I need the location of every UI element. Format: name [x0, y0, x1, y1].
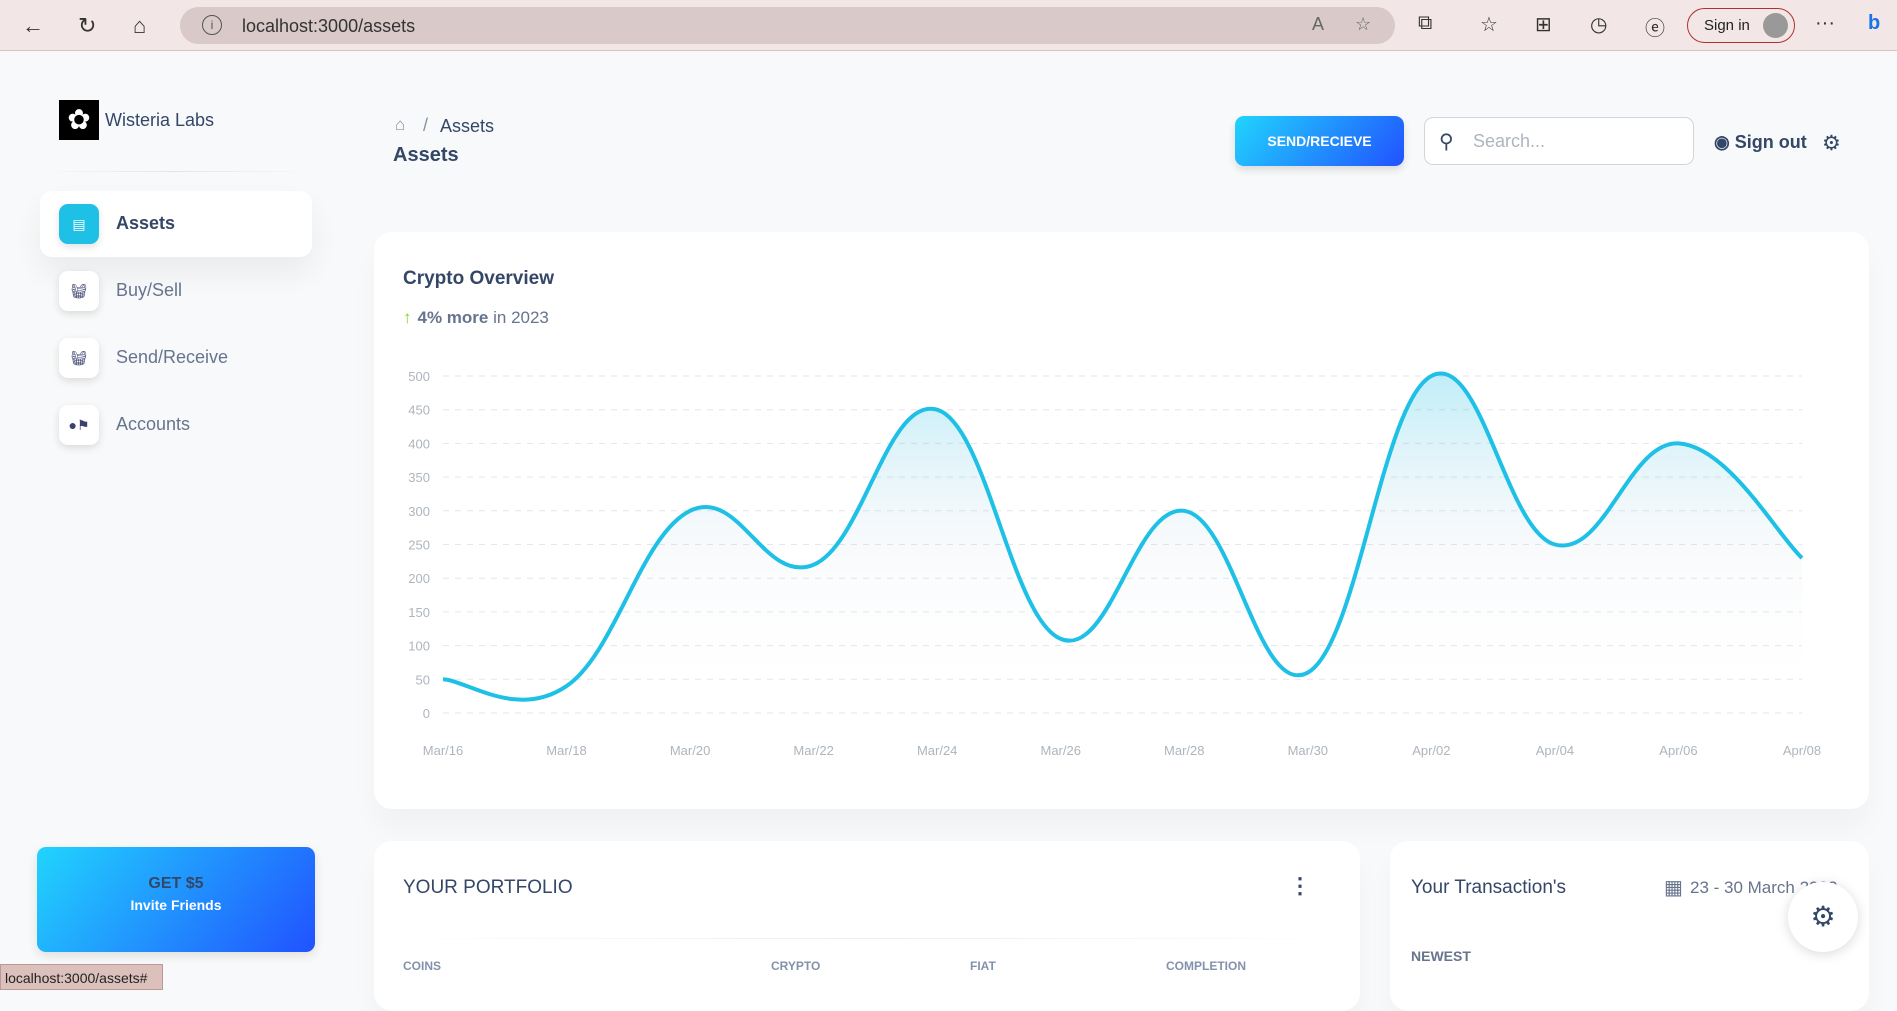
calendar-icon: ▦ — [1664, 875, 1683, 900]
column-header-crypto[interactable]: CRYPTO — [771, 959, 820, 973]
sidebar-item-assets[interactable]: ▤ Assets — [40, 191, 312, 257]
breadcrumb-current: Assets — [440, 116, 494, 137]
divider — [374, 938, 1360, 939]
send-receive-button[interactable]: SEND/RECIEVE — [1235, 116, 1404, 166]
column-header-coins[interactable]: COINS — [403, 959, 441, 973]
y-tick-label: 250 — [408, 538, 430, 553]
shop-icon: ▤ — [59, 204, 99, 244]
y-tick-label: 350 — [408, 470, 430, 485]
portfolio-title: YOUR PORTFOLIO — [403, 877, 573, 899]
y-tick-label: 500 — [408, 369, 430, 384]
x-tick-label: Mar/18 — [546, 743, 586, 758]
info-icon[interactable]: i — [202, 15, 222, 35]
series-area — [443, 374, 1802, 713]
back-icon[interactable]: ← — [22, 13, 44, 39]
chart-title: Crypto Overview — [403, 268, 554, 290]
user-flag-icon: ●⚑ — [59, 405, 99, 445]
y-tick-label: 200 — [408, 571, 430, 586]
search-input[interactable] — [1473, 128, 1683, 154]
invite-subtitle: Invite Friends — [37, 897, 315, 913]
settings-gear-icon[interactable]: ⚙ — [1822, 131, 1841, 156]
configurator-gear-button[interactable]: ⚙ — [1788, 882, 1858, 952]
sidebar-item-send-receive[interactable]: 🧺︎ Send/Receive — [40, 325, 312, 391]
sign-in-label: Sign in — [1704, 17, 1750, 34]
x-tick-label: Mar/16 — [423, 743, 463, 758]
crypto-overview-chart: 500450400350300250200150100500Mar/16Mar/… — [374, 232, 1869, 809]
bing-icon[interactable]: b — [1868, 12, 1880, 35]
x-tick-label: Mar/26 — [1040, 743, 1080, 758]
home-icon[interactable]: ⌂ — [133, 13, 146, 39]
y-tick-label: 50 — [416, 672, 430, 687]
sidebar-divider — [40, 171, 312, 172]
transactions-title: Your Transaction's — [1411, 877, 1566, 899]
portfolio-card: YOUR PORTFOLIO ⋮ COINS CRYPTO FIAT COMPL… — [374, 841, 1360, 1011]
breadcrumb-home-icon[interactable]: ⌂ — [395, 115, 405, 135]
profile-avatar-icon — [1763, 13, 1788, 38]
history-icon[interactable]: ◷ — [1590, 12, 1607, 37]
sidebar-item-buy-sell[interactable]: 🧺︎ Buy/Sell — [40, 258, 312, 324]
address-bar[interactable]: i localhost:3000/assets A ☆ — [180, 7, 1395, 44]
breadcrumb-separator: / — [423, 115, 428, 136]
sidebar-item-label: Buy/Sell — [116, 280, 182, 301]
x-tick-label: Mar/24 — [917, 743, 957, 758]
more-icon[interactable]: ··· — [1815, 12, 1835, 35]
basket-icon: 🧺︎ — [59, 338, 99, 378]
change-period: in 2023 — [493, 308, 549, 327]
x-tick-label: Mar/30 — [1288, 743, 1328, 758]
sign-out-label: Sign out — [1735, 132, 1807, 152]
sidebar-item-label: Send/Receive — [116, 347, 228, 368]
column-header-completion[interactable]: COMPLETION — [1166, 959, 1246, 973]
x-tick-label: Apr/08 — [1783, 743, 1821, 758]
collections-icon[interactable]: ⊞ — [1535, 12, 1552, 37]
sidebar-item-accounts[interactable]: ●⚑ Accounts — [40, 392, 312, 458]
sidebar-item-label: Accounts — [116, 414, 190, 435]
url-text[interactable]: localhost:3000/assets — [242, 16, 415, 37]
refresh-icon[interactable]: ↻ — [78, 13, 96, 39]
user-circle-icon: ◉ — [1714, 132, 1730, 152]
sign-out-link[interactable]: ◉ Sign out — [1714, 132, 1807, 153]
browser-toolbar: ← ↻ ⌂ i localhost:3000/assets A ☆ ⧉ ☆ ⊞ … — [0, 0, 1897, 51]
arrow-up-icon: ↑ — [403, 308, 412, 327]
read-aloud-icon[interactable]: A — [1312, 14, 1324, 35]
sidebar-item-label: Assets — [116, 213, 175, 234]
status-bar-url: localhost:3000/assets# — [0, 964, 163, 990]
column-header-fiat[interactable]: FIAT — [970, 959, 996, 973]
change-value: 4% more — [418, 308, 489, 327]
search-icon: ⚲ — [1439, 129, 1454, 154]
invite-title: GET $5 — [37, 875, 315, 893]
x-tick-label: Mar/28 — [1164, 743, 1204, 758]
favorites-icon[interactable]: ☆ — [1480, 12, 1498, 37]
brand-name[interactable]: Wisteria Labs — [105, 110, 214, 131]
x-tick-label: Apr/04 — [1536, 743, 1574, 758]
invite-friends-card[interactable]: GET $5 Invite Friends — [37, 847, 315, 952]
x-tick-label: Apr/02 — [1412, 743, 1450, 758]
extensions-icon[interactable]: ⧉ — [1418, 12, 1432, 35]
y-tick-label: 100 — [408, 639, 430, 654]
y-tick-label: 400 — [408, 436, 430, 451]
chart-subtitle: ↑ 4% more in 2023 — [403, 308, 549, 328]
section-newest: NEWEST — [1411, 948, 1471, 964]
more-vertical-icon[interactable]: ⋮ — [1289, 873, 1311, 899]
browser-sign-in-button[interactable]: Sign in — [1687, 8, 1795, 43]
y-tick-label: 450 — [408, 403, 430, 418]
basket-icon: 🧺︎ — [59, 271, 99, 311]
favorite-add-icon[interactable]: ☆ — [1355, 14, 1371, 35]
edge-icon[interactable]: ⓔ — [1645, 12, 1665, 41]
x-tick-label: Mar/22 — [793, 743, 833, 758]
page-title: Assets — [393, 144, 459, 167]
y-tick-label: 300 — [408, 504, 430, 519]
y-tick-label: 0 — [423, 706, 430, 721]
crypto-overview-card: 500450400350300250200150100500Mar/16Mar/… — [374, 232, 1869, 809]
x-tick-label: Mar/20 — [670, 743, 710, 758]
brand-logo[interactable]: ✿ — [59, 100, 99, 140]
y-tick-label: 150 — [408, 605, 430, 620]
search-box[interactable]: ⚲ — [1424, 117, 1694, 165]
x-tick-label: Apr/06 — [1659, 743, 1697, 758]
